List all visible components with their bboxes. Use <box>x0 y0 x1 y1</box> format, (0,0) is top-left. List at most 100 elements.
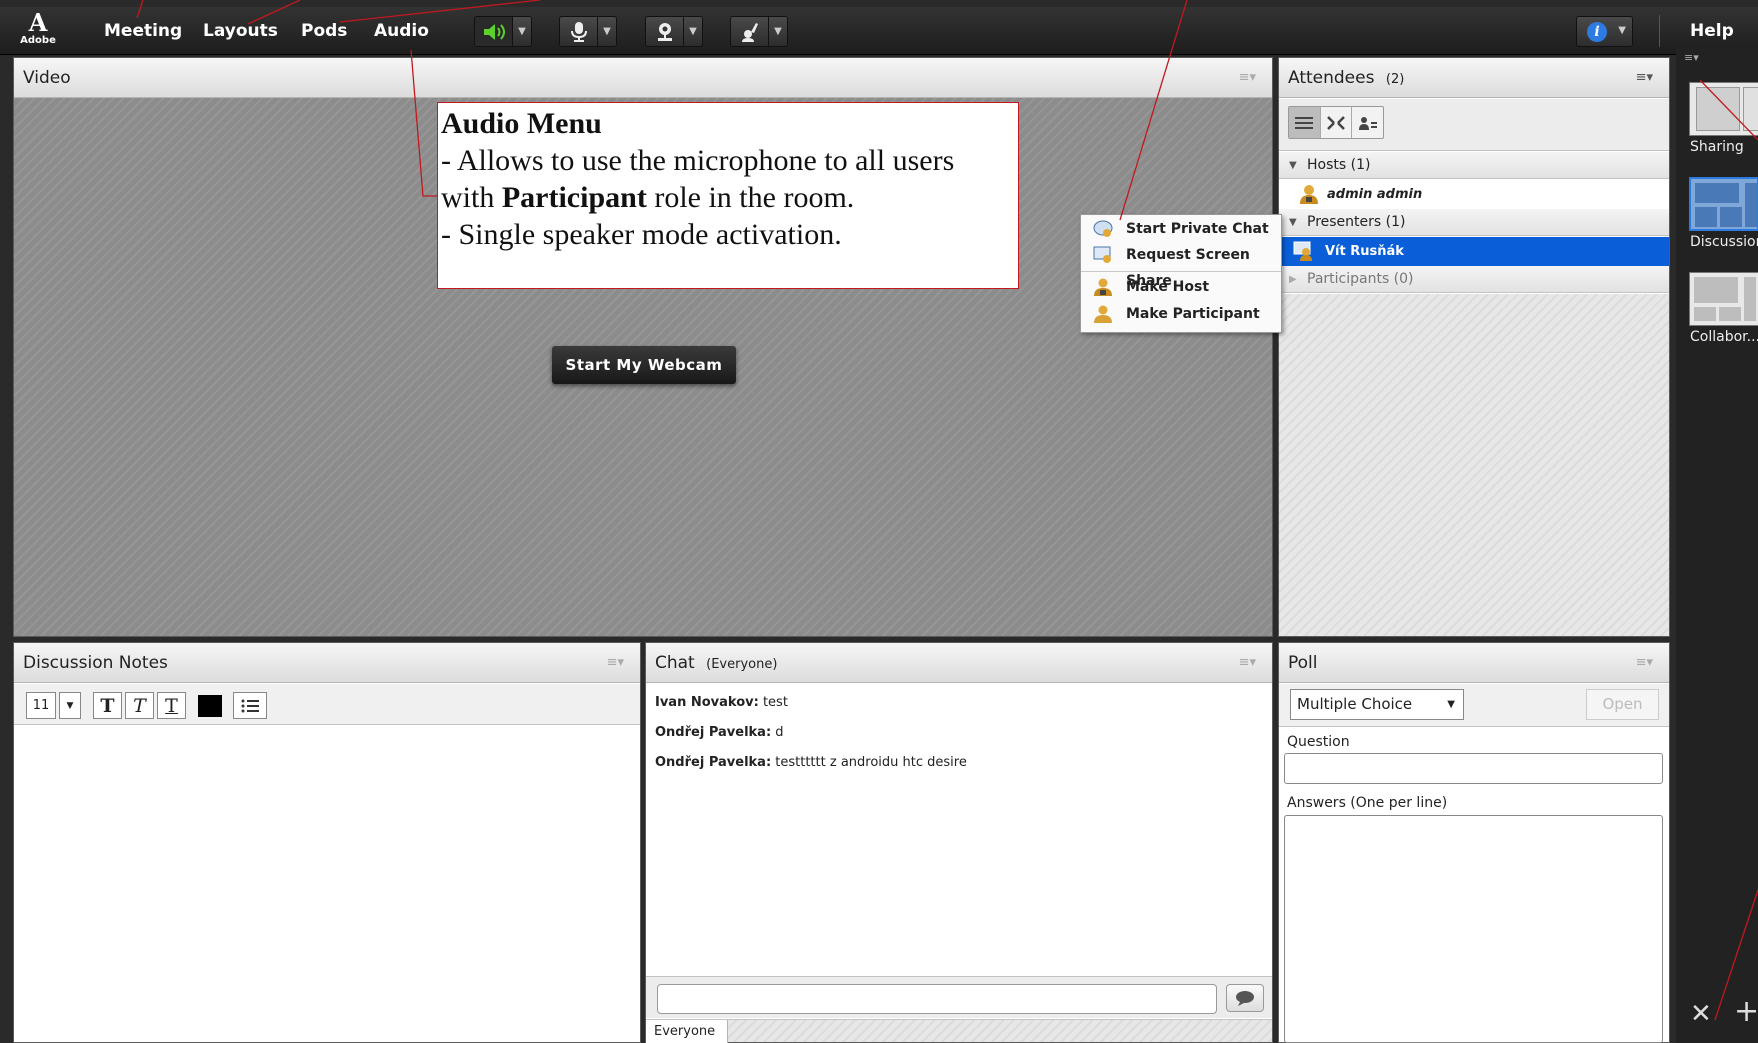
menu-pods[interactable]: Pods <box>301 7 347 55</box>
menu-item-label: Make Host <box>1126 279 1210 295</box>
annotation-line2-pre: with <box>441 181 502 214</box>
host-icon <box>1093 278 1113 296</box>
group-hosts[interactable]: ▼ Hosts (1) <box>1279 152 1669 179</box>
webcam-button[interactable]: ▼ <box>645 16 703 47</box>
poll-pod-header: Poll ≡▾ <box>1279 643 1669 683</box>
chat-message: Ondřej Pavelka: testttttt z androidu htc… <box>655 755 967 770</box>
underline-icon[interactable]: T <box>157 692 186 719</box>
attendee-context-menu: Start Private Chat Request Screen Share … <box>1080 214 1282 333</box>
menu-item-make-host[interactable]: Make Host <box>1081 274 1281 300</box>
microphone-dropdown-icon[interactable]: ▼ <box>597 17 616 46</box>
poll-answers-label: Answers (One per line) <box>1287 795 1448 811</box>
menu-item-make-participant[interactable]: Make Participant <box>1081 301 1281 327</box>
raise-hand-button[interactable]: ▼ <box>730 16 788 47</box>
notes-pod-title: Discussion Notes <box>23 653 168 673</box>
menu-meeting[interactable]: Meeting <box>104 7 182 55</box>
chat-bubble-icon <box>1093 220 1113 238</box>
italic-icon[interactable]: T <box>125 692 154 719</box>
layouts-rail: ≡▾ Sharing Discussion Collabor... ✕ + <box>1676 47 1758 1043</box>
chat-input[interactable] <box>657 984 1217 1014</box>
chat-text: test <box>758 695 788 710</box>
speech-bubble-icon <box>1236 991 1254 1006</box>
layout-thumbnail-collaboration[interactable] <box>1689 272 1758 326</box>
group-participants[interactable]: ▶ Participants (0) <box>1279 266 1669 293</box>
pod-options-icon[interactable]: ≡▾ <box>1636 71 1653 85</box>
chat-pod-header: Chat (Everyone) ≡▾ <box>646 643 1272 683</box>
layout-label-collaboration: Collabor... <box>1690 329 1758 345</box>
pod-options-icon[interactable]: ≡▾ <box>607 656 624 670</box>
poll-open-button[interactable]: Open <box>1586 689 1659 720</box>
status-view-icon[interactable] <box>1352 107 1383 138</box>
group-hosts-label: Hosts (1) <box>1307 157 1371 173</box>
menu-separator <box>1081 271 1281 272</box>
view-switcher <box>1288 106 1384 139</box>
notes-pod: Discussion Notes ≡▾ 11 ▼ T T T <box>13 642 641 1043</box>
menu-item-request-screen-share[interactable]: Request Screen Share <box>1081 242 1281 289</box>
adobe-logo-glyph: A <box>28 8 48 37</box>
font-size-value[interactable]: 11 <box>26 692 56 719</box>
speaker-button[interactable]: ▼ <box>474 16 532 47</box>
chat-input-bar <box>646 976 1272 1018</box>
start-webcam-button[interactable]: Start My Webcam <box>552 346 736 384</box>
poll-question-label: Question <box>1287 734 1350 750</box>
attendees-empty-area <box>1279 294 1669 636</box>
breakout-view-icon[interactable] <box>1321 107 1353 138</box>
menu-item-label: Start Private Chat <box>1126 221 1269 237</box>
annotation-heading: Audio Menu <box>441 107 602 140</box>
raise-hand-icon <box>731 17 769 46</box>
chat-pod-title: Chat <box>655 653 695 673</box>
layout-thumbnail-sharing[interactable] <box>1689 82 1758 136</box>
add-icon[interactable]: + <box>1734 997 1758 1027</box>
poll-type-select[interactable]: Multiple Choice ▼ <box>1290 689 1464 720</box>
info-button[interactable]: i ▼ <box>1576 16 1633 47</box>
poll-answers-input[interactable] <box>1284 815 1663 1043</box>
adobe-logo: A Adobe <box>16 11 60 51</box>
expand-triangle-icon: ▼ <box>1289 160 1297 171</box>
bold-icon[interactable]: T <box>93 692 122 719</box>
send-message-button[interactable] <box>1226 984 1264 1012</box>
participant-icon <box>1093 305 1113 323</box>
group-presenters[interactable]: ▼ Presenters (1) <box>1279 209 1669 236</box>
attendee-row-selected[interactable]: Vít Rusňák <box>1279 237 1669 266</box>
list-view-icon[interactable] <box>1289 107 1321 138</box>
annotation-callout: Audio Menu - Allows to use the microphon… <box>437 102 1019 289</box>
speaker-icon <box>475 17 513 46</box>
layout-label-sharing: Sharing <box>1690 139 1744 155</box>
pod-options-icon[interactable]: ≡▾ <box>1239 656 1256 670</box>
chat-text: d <box>771 725 784 740</box>
poll-type-value: Multiple Choice <box>1297 695 1413 713</box>
group-participants-label: Participants (0) <box>1307 271 1414 287</box>
chat-message: Ondřej Pavelka: d <box>655 725 784 740</box>
notes-pod-header: Discussion Notes ≡▾ <box>14 643 640 683</box>
pod-options-icon[interactable]: ≡▾ <box>1636 656 1653 670</box>
poll-toolbar: Multiple Choice ▼ Open <box>1279 684 1669 727</box>
adobe-logo-text: Adobe <box>20 35 56 46</box>
chat-author: Ondřej Pavelka: <box>655 755 772 770</box>
microphone-button[interactable]: ▼ <box>559 16 617 47</box>
webcam-dropdown-icon[interactable]: ▼ <box>683 17 702 46</box>
attendee-row[interactable]: admin admin <box>1279 180 1669 209</box>
layout-thumbnail-discussion[interactable] <box>1689 177 1758 231</box>
attendees-pod-header: Attendees (2) ≡▾ <box>1279 58 1669 98</box>
text-color-icon[interactable] <box>195 692 224 719</box>
chat-pod: Chat (Everyone) ≡▾ Ivan Novakov: test On… <box>645 642 1273 1043</box>
annotation-line2-post: role in the room. <box>646 181 855 214</box>
bullet-list-icon[interactable] <box>233 692 267 719</box>
menu-item-start-private-chat[interactable]: Start Private Chat <box>1081 216 1281 242</box>
layout-label-discussion: Discussion <box>1690 234 1758 250</box>
webcam-icon <box>646 17 684 46</box>
video-pod-title: Video <box>23 68 71 88</box>
poll-question-input[interactable] <box>1284 753 1663 784</box>
chat-text: testttttt z androidu htc desire <box>771 755 967 770</box>
font-size-dropdown-icon[interactable]: ▼ <box>59 692 81 719</box>
attendee-name: admin admin <box>1327 187 1423 202</box>
speaker-dropdown-icon[interactable]: ▼ <box>512 17 531 46</box>
menu-layouts[interactable]: Layouts <box>203 7 278 55</box>
raise-hand-dropdown-icon[interactable]: ▼ <box>768 17 787 46</box>
chat-tab-everyone[interactable]: Everyone <box>646 1020 728 1043</box>
wrench-icon[interactable]: ✕ <box>1690 1001 1712 1027</box>
attendees-count: (2) <box>1385 72 1405 87</box>
pod-options-icon[interactable]: ≡▾ <box>1239 71 1256 85</box>
rail-options-icon[interactable]: ≡▾ <box>1684 51 1699 64</box>
menu-audio[interactable]: Audio <box>374 7 429 55</box>
